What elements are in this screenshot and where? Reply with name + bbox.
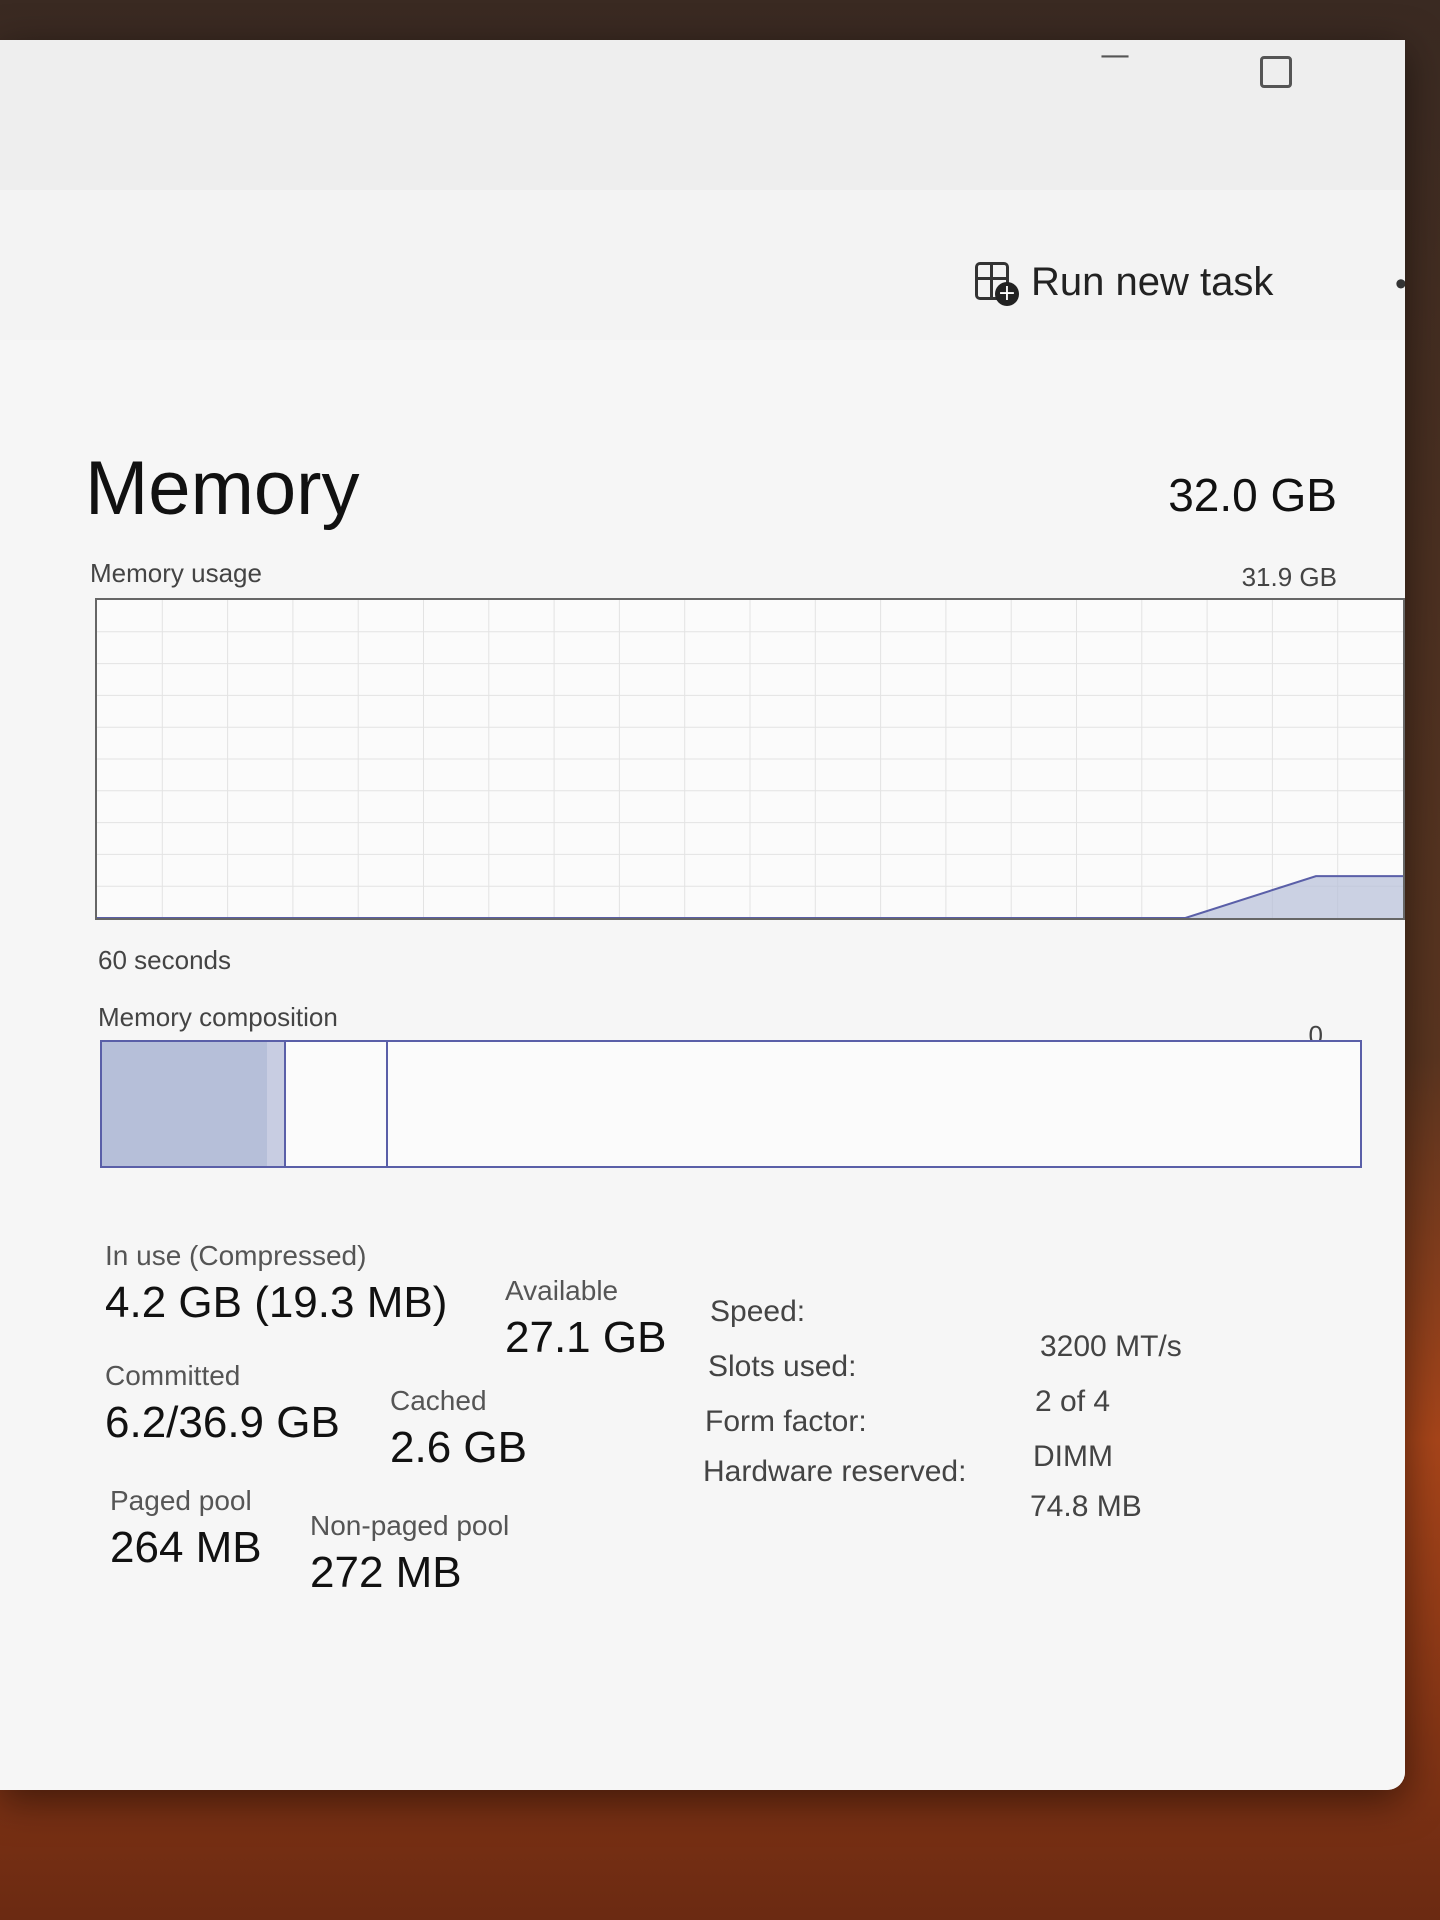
- paged-pool-value: 264 MB: [110, 1523, 262, 1572]
- memory-composition-label: Memory composition: [98, 1002, 338, 1032]
- more-options-icon[interactable]: ••: [1395, 265, 1405, 304]
- available-label: Available: [505, 1275, 619, 1306]
- memory-composition-bar: [100, 1040, 1362, 1168]
- non-paged-pool-value: 272 MB: [310, 1548, 462, 1597]
- speed-label: Speed:: [710, 1295, 806, 1328]
- page-title: Memory: [85, 446, 360, 531]
- maximize-button[interactable]: [1260, 56, 1292, 88]
- available-value: 27.1 GB: [505, 1313, 667, 1362]
- task-manager-window: — + Run new task •• Memory 32.0 GB Memor…: [0, 40, 1405, 1790]
- run-new-task-button[interactable]: + Run new task: [975, 260, 1274, 306]
- committed-label: Committed: [105, 1360, 241, 1391]
- memory-usage-chart: [97, 600, 1403, 918]
- non-paged-pool-stat: Non-paged pool 272 MB: [310, 1510, 509, 1598]
- cached-label: Cached: [390, 1385, 487, 1416]
- form-factor-label: Form factor:: [705, 1405, 867, 1438]
- memory-usage-graph: [95, 598, 1405, 920]
- time-span-label: 60 seconds: [98, 945, 231, 975]
- cached-value: 2.6 GB: [390, 1423, 527, 1472]
- memory-total: 32.0 GB: [1168, 469, 1337, 521]
- in-use-value: 4.2 GB (19.3 MB): [105, 1278, 448, 1327]
- hardware-reserved-label: Hardware reserved:: [703, 1455, 967, 1488]
- in-use-label: In use (Compressed): [105, 1240, 367, 1271]
- slots-used-label: Slots used:: [708, 1350, 857, 1383]
- paged-pool-label: Paged pool: [110, 1485, 252, 1516]
- composition-standby-segment[interactable]: [284, 1042, 389, 1166]
- committed-value: 6.2/36.9 GB: [105, 1398, 340, 1447]
- hardware-reserved-value: 74.8 MB: [1030, 1490, 1142, 1523]
- run-new-task-label: Run new task: [1031, 260, 1274, 304]
- slots-used-value: 2 of 4: [1035, 1385, 1111, 1418]
- memory-usage-max: 31.9 GB: [1241, 562, 1337, 592]
- minimize-button[interactable]: —: [1100, 40, 1130, 73]
- run-new-task-icon: +: [975, 261, 1019, 306]
- non-paged-pool-label: Non-paged pool: [310, 1510, 510, 1541]
- command-bar: + Run new task ••: [0, 190, 1405, 341]
- title-bar: —: [0, 40, 1405, 190]
- in-use-stat: In use (Compressed) 4.2 GB (19.3 MB): [105, 1240, 447, 1328]
- committed-stat: Committed 6.2/36.9 GB: [105, 1360, 340, 1448]
- cached-stat: Cached 2.6 GB: [390, 1385, 527, 1473]
- available-stat: Available 27.1 GB: [505, 1275, 666, 1363]
- composition-in-use-segment[interactable]: [102, 1042, 269, 1166]
- form-factor-value: DIMM: [1033, 1440, 1113, 1473]
- speed-value: 3200 MT/s: [1040, 1330, 1182, 1363]
- paged-pool-stat: Paged pool 264 MB: [110, 1485, 262, 1573]
- memory-usage-label: Memory usage: [90, 558, 262, 588]
- memory-performance-panel: Memory 32.0 GB Memory usage 31.9 GB 60 s…: [0, 340, 1405, 1790]
